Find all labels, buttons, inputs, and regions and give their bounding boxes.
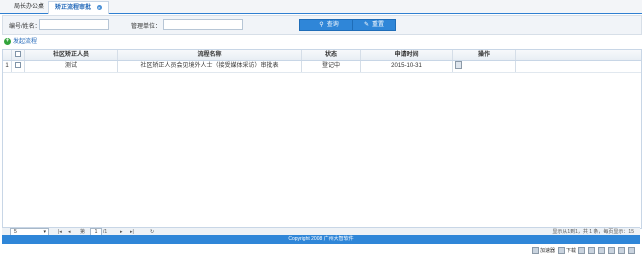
tab-label: 局长办公桌 [14,4,45,10]
unit-label: 管理单位： [131,24,162,30]
close-icon[interactable]: × [96,4,102,10]
col-person[interactable]: 社区矫正人员 [25,50,118,60]
document-icon[interactable] [455,61,462,70]
download-button[interactable]: 下载 [558,247,576,254]
add-icon: + [4,38,11,45]
status-icon [608,247,615,254]
status-icon-1[interactable] [578,247,586,254]
grid-header: 社区矫正人员 流程名称 状态 申请时间 操作 [3,50,641,61]
search-bar: 编号/姓名： 管理单位： ⚲ 查询 ✎ 重置 [2,15,642,35]
cell-person: 测试 [25,61,118,72]
cell-operation [453,61,516,72]
status-icon-2[interactable] [588,247,596,254]
col-operation: 操作 [453,50,516,60]
tab-label: 矫正流程审批 [55,5,92,11]
row-number: 1 [3,61,12,72]
tab-bar: 局长办公桌 矫正流程审批 × [0,0,642,14]
accelerator-icon [532,247,539,254]
name-input[interactable] [39,19,109,30]
reset-button[interactable]: ✎ 重置 [352,19,396,31]
tab-director-desk[interactable]: 局长办公桌 [8,1,50,13]
status-icon-6[interactable] [628,247,636,254]
col-status[interactable]: 状态 [302,50,361,60]
select-all-checkbox-cell[interactable] [12,50,25,60]
add-process-label: 发起流程 [13,39,38,46]
data-grid: 社区矫正人员 流程名称 状态 申请时间 操作 1 测试 社区矫正人员会见境外人士… [2,49,642,229]
row-number-header [3,50,12,60]
name-label: 编号/姓名： [9,24,41,30]
status-icon [588,247,595,254]
pencil-icon: ✎ [363,22,369,28]
cell-process: 社区矫正人员会见境外人士（接受媒体采访）审批表 [118,61,302,72]
status-icon [628,247,635,254]
accelerator-button[interactable]: 加速器 [532,247,555,254]
status-icon-5[interactable] [618,247,626,254]
cell-date: 2015-10-31 [361,61,453,72]
status-icon [578,247,585,254]
download-icon [558,247,565,254]
status-icon [598,247,605,254]
toolbar: + 发起流程 [2,37,640,48]
table-row[interactable]: 1 测试 社区矫正人员会见境外人士（接受媒体采访）审批表 登记中 2015-10… [3,61,641,73]
browser-status-bar: 加速器 下载 [2,244,640,256]
search-button-label: 查询 [326,22,339,28]
accelerator-label: 加速器 [540,247,556,254]
search-button[interactable]: ⚲ 查询 [299,19,359,31]
tab-correction-approval[interactable]: 矫正流程审批 × [48,1,109,14]
reset-button-label: 重置 [372,22,385,28]
download-label: 下载 [566,247,577,254]
add-process-button[interactable]: + 发起流程 [4,38,37,47]
cell-status: 登记中 [302,61,361,72]
footer: Copyright 2008 广州大智软件 [2,235,640,244]
unit-input[interactable] [163,19,243,30]
row-checkbox[interactable] [15,62,21,69]
copyright-text: Copyright 2008 广州大智软件 [288,236,354,242]
col-date[interactable]: 申请时间 [361,50,453,60]
status-icon [618,247,625,254]
col-process[interactable]: 流程名称 [118,50,302,60]
status-icon-3[interactable] [598,247,606,254]
search-icon: ⚲ [319,22,324,28]
row-checkbox-cell[interactable] [12,61,25,72]
select-all-checkbox[interactable] [15,51,21,58]
status-icon-4[interactable] [608,247,616,254]
